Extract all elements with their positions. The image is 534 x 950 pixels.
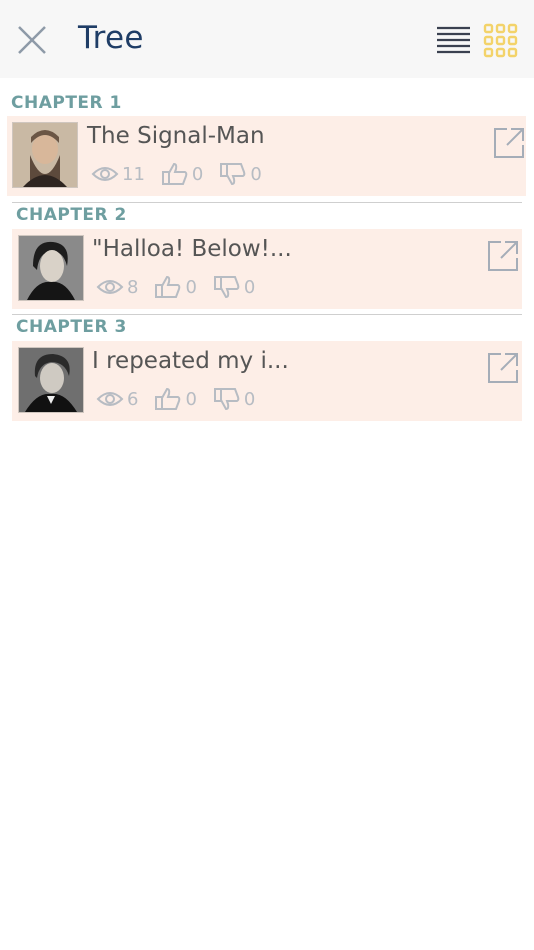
dislikes-stat[interactable]: 0: [213, 387, 255, 411]
dislikes-stat[interactable]: 0: [219, 162, 262, 186]
thumbs-up-icon: [155, 275, 181, 298]
open-chapter-button[interactable]: [486, 351, 520, 385]
author-avatar: [18, 235, 84, 301]
external-link-icon: [488, 241, 518, 271]
divider: [12, 202, 522, 203]
likes-stat[interactable]: 0: [154, 275, 197, 299]
dislikes-stat[interactable]: 0: [213, 275, 255, 299]
list-view-button[interactable]: [434, 22, 474, 60]
likes-stat[interactable]: 0: [154, 387, 197, 411]
author-portrait-icon: [19, 236, 83, 300]
grid-view-icon: [483, 23, 518, 58]
dislikes-count: 0: [250, 163, 262, 185]
close-button[interactable]: [14, 22, 50, 58]
author-portrait-icon: [19, 348, 83, 412]
external-link-icon: [494, 128, 524, 158]
chapter-card[interactable]: "Halloa! Below!... 8 0 0: [12, 229, 522, 309]
author-avatar: [12, 122, 78, 188]
eye-icon: [96, 392, 124, 406]
chapter-stats: 11 0 0: [91, 162, 278, 186]
app-header: Tree: [0, 0, 534, 78]
thumbs-up-icon: [161, 162, 188, 185]
likes-stat[interactable]: 0: [161, 162, 203, 186]
chapter-title: I repeated my i...: [92, 348, 289, 374]
chapter-stats: 8 0 0: [96, 275, 271, 299]
open-chapter-button[interactable]: [492, 126, 526, 160]
likes-count: 0: [191, 163, 204, 185]
close-icon: [18, 26, 46, 54]
chapter-title: The Signal-Man: [87, 123, 265, 149]
eye-icon: [91, 167, 119, 181]
thumbs-down-icon: [213, 276, 240, 299]
views-count: 8: [127, 276, 139, 298]
chapter-label: CHAPTER 1: [11, 93, 122, 113]
views-count: 6: [127, 388, 139, 410]
views-count: 11: [122, 163, 145, 185]
thumbs-down-icon: [213, 388, 240, 411]
chapter-stats: 6 0 0: [96, 387, 271, 411]
thumbs-up-icon: [155, 387, 181, 410]
chapter-label: CHAPTER 2: [16, 205, 127, 225]
author-portrait-icon: [13, 123, 77, 187]
grid-view-button[interactable]: [482, 22, 520, 60]
divider: [12, 314, 522, 315]
chapter-title: "Halloa! Below!...: [92, 236, 292, 262]
eye-icon: [96, 280, 124, 294]
views-stat: 8: [96, 277, 138, 298]
chapter-label: CHAPTER 3: [16, 317, 127, 337]
views-stat: 11: [91, 164, 145, 185]
dislikes-count: 0: [243, 388, 256, 410]
external-link-icon: [488, 353, 518, 383]
chapter-card[interactable]: I repeated my i... 6 0 0: [12, 341, 522, 421]
likes-count: 0: [185, 276, 197, 298]
page-title: Tree: [78, 20, 144, 56]
author-avatar: [18, 347, 84, 413]
dislikes-count: 0: [243, 276, 256, 298]
open-chapter-button[interactable]: [486, 239, 520, 273]
views-stat: 6: [96, 389, 138, 410]
thumbs-down-icon: [220, 163, 246, 186]
chapter-card[interactable]: The Signal-Man 11 0 0: [7, 116, 526, 196]
likes-count: 0: [185, 388, 197, 410]
list-view-icon: [437, 26, 470, 54]
